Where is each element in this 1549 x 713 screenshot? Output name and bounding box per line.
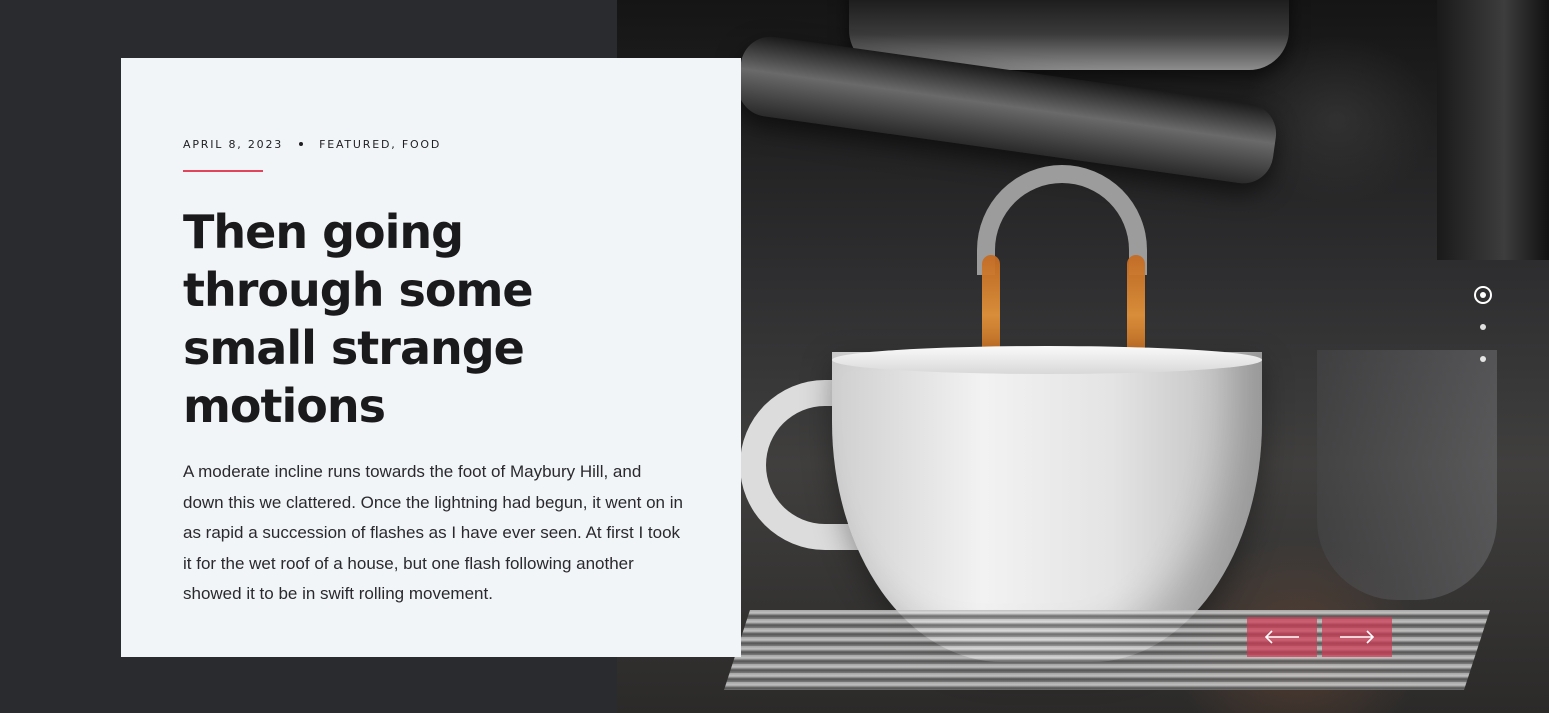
dot-icon bbox=[1480, 356, 1486, 362]
background-cup bbox=[1317, 350, 1497, 600]
arrow-left-icon bbox=[1264, 630, 1299, 644]
post-card: APRIL 8, 2023 FEATURED, FOOD Then going … bbox=[121, 58, 741, 657]
title-accent-line bbox=[183, 170, 263, 172]
post-categories: FEATURED, FOOD bbox=[319, 138, 441, 151]
category-link[interactable]: FEATURED bbox=[319, 138, 391, 151]
hero-image bbox=[617, 0, 1549, 713]
post-date[interactable]: APRIL 8, 2023 bbox=[183, 138, 283, 151]
slider-next-button[interactable] bbox=[1322, 617, 1392, 657]
slider-dot-3[interactable] bbox=[1474, 350, 1492, 368]
slider-prev-button[interactable] bbox=[1247, 617, 1317, 657]
espresso-machine-side bbox=[1437, 0, 1549, 260]
post-excerpt: A moderate incline runs towards the foot… bbox=[183, 462, 683, 603]
arrow-right-icon bbox=[1340, 630, 1375, 644]
post-meta: APRIL 8, 2023 FEATURED, FOOD bbox=[183, 136, 679, 152]
slider-dot-2[interactable] bbox=[1474, 318, 1492, 336]
cup-rim bbox=[832, 346, 1262, 374]
dot-icon bbox=[1480, 324, 1486, 330]
dot-icon bbox=[1480, 292, 1486, 298]
slider-dot-1[interactable] bbox=[1474, 286, 1492, 304]
post-title[interactable]: Then going through some small strange mo… bbox=[183, 203, 663, 435]
category-comma: , bbox=[391, 137, 402, 151]
category-link[interactable]: FOOD bbox=[402, 138, 441, 151]
meta-separator bbox=[299, 142, 304, 146]
portafilter-spout bbox=[977, 165, 1147, 275]
